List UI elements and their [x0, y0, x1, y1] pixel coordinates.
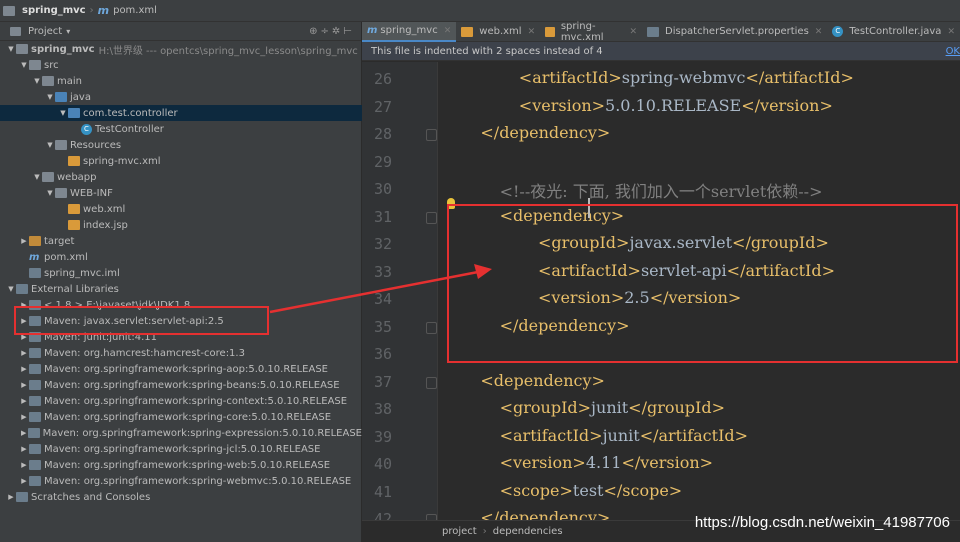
watermark: https://blog.csdn.net/weixin_41987706 [694, 514, 950, 531]
annotation-arrow [269, 264, 492, 314]
arrow-head [474, 264, 492, 279]
arrow-line [269, 270, 479, 314]
